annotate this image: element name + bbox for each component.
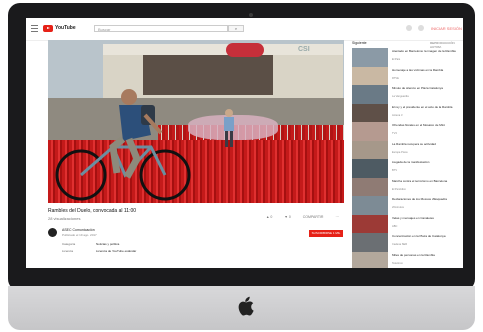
hamburger-menu-icon[interactable] xyxy=(31,25,38,34)
related-video-item[interactable]: Velas y mensajes en Canaletes ABC xyxy=(352,214,460,234)
meta-license-value[interactable]: Licencia de YouTube estándar xyxy=(96,249,136,253)
video-scene-sign-lettering: CSI xyxy=(298,46,310,53)
related-video-thumbnail[interactable] xyxy=(352,251,388,268)
related-video-title[interactable]: Atentado en Barcelona: la imagen de la R… xyxy=(392,49,458,53)
apps-icon[interactable] xyxy=(406,25,412,31)
related-video-thumbnail[interactable] xyxy=(352,85,388,104)
related-video-thumbnail[interactable] xyxy=(352,159,388,178)
related-video-channel: Cadena SER xyxy=(392,243,408,246)
related-video-thumbnail[interactable] xyxy=(352,140,388,160)
youtube-header: YouTube Buscar ⌕ INICIAR SESIÓN xyxy=(26,18,463,41)
meta-license-label: Licencia xyxy=(62,249,74,253)
view-count: 28 visualizaciones xyxy=(48,216,81,221)
camera-dot xyxy=(249,13,253,17)
related-video-channel: El País xyxy=(392,58,401,61)
like-button[interactable]: ▲ 0 xyxy=(266,215,272,219)
related-video-thumbnail[interactable] xyxy=(352,177,388,197)
related-video-title[interactable]: Minuto de silencio en Plaza Catalunya xyxy=(392,86,458,90)
related-video-title[interactable]: Ofrendas florales en el Mosaico de Miró xyxy=(392,123,458,127)
share-button[interactable]: COMPARTIR xyxy=(303,215,324,219)
settings-icon[interactable] xyxy=(418,25,424,31)
video-actions: ▲ 0 ▼ 0 COMPARTIR ··· xyxy=(266,215,339,219)
related-video-title[interactable]: Miles de personas en la Rambla xyxy=(392,253,458,257)
related-video-channel: Europa Press xyxy=(392,150,408,154)
related-video-item[interactable]: El rey y el presidente en el acto de la … xyxy=(352,103,460,123)
related-video-item[interactable]: Minuto de silencio en Plaza Catalunya La … xyxy=(352,85,460,104)
play-badge-icon xyxy=(43,24,53,32)
related-video-title[interactable]: La Rambla recupera su actividad xyxy=(392,142,458,146)
related-video-thumbnail[interactable] xyxy=(352,196,388,215)
related-video-thumbnail[interactable] xyxy=(352,48,388,67)
logo-text: YouTube xyxy=(55,25,76,31)
related-video-item[interactable]: Ofrendas florales en el Mosaico de Miró T… xyxy=(352,122,460,141)
channel-avatar[interactable] xyxy=(48,228,57,237)
related-video-item[interactable]: Miles de personas en la Rambla Telecinco xyxy=(352,251,460,268)
related-video-title[interactable]: Velas y mensajes en Canaletes xyxy=(392,216,458,220)
related-video-channel: 20minutos xyxy=(392,206,404,209)
related-video-title[interactable]: Llegada de la manifestación xyxy=(392,160,458,164)
apple-logo-icon xyxy=(238,296,254,316)
related-video-channel: Telecinco xyxy=(392,261,403,265)
related-video-item[interactable]: Marcha contra el terrorismo en Barcelona… xyxy=(352,177,460,197)
publish-date: Publicado el 19 ago. 2017 xyxy=(62,233,97,237)
related-video-title[interactable]: Concentración en la Plaza de Catalunya xyxy=(392,234,458,238)
related-video-channel: ABC xyxy=(392,224,398,228)
video-scene-cyclist xyxy=(55,89,191,201)
related-video-channel: BTV xyxy=(392,169,398,172)
up-next-heading: Siguiente xyxy=(352,41,367,45)
video-player[interactable]: CSI xyxy=(48,40,344,203)
related-video-item[interactable]: Llegada de la manifestación BTV xyxy=(352,159,460,178)
search-input[interactable]: Buscar xyxy=(94,25,228,32)
related-video-channel: Antena 3 xyxy=(392,113,403,117)
related-video-title[interactable]: Marcha contra el terrorismo en Barcelona xyxy=(392,179,458,183)
related-video-item[interactable]: Atentado en Barcelona: la imagen de la R… xyxy=(352,48,460,67)
channel-name[interactable]: ASEC Comunicación xyxy=(62,228,95,232)
related-video-item[interactable]: Homenaje a las víctimas en la Rambla RTVE xyxy=(352,66,460,86)
sign-in-link[interactable]: INICIAR SESIÓN xyxy=(431,26,462,31)
related-video-channel: RTVE xyxy=(392,76,399,80)
subscribe-button[interactable]: SUSCRIBIRSE 1 MIL xyxy=(309,230,343,237)
meta-category-label: Categoría xyxy=(62,242,76,246)
related-video-item[interactable]: La Rambla recupera su actividad Europa Pr… xyxy=(352,140,460,160)
related-video-thumbnail[interactable] xyxy=(352,66,388,86)
related-video-title[interactable]: Declaraciones de los Mossos d'Esquadra xyxy=(392,197,458,201)
related-video-thumbnail[interactable] xyxy=(352,214,388,234)
related-video-item[interactable]: Declaraciones de los Mossos d'Esquadra 20… xyxy=(352,196,460,215)
related-video-channel: La Vanguardia xyxy=(392,95,409,98)
more-actions-button[interactable]: ··· xyxy=(335,215,339,219)
video-scene-red-sign xyxy=(226,43,264,57)
related-video-thumbnail[interactable] xyxy=(352,103,388,123)
related-video-thumbnail[interactable] xyxy=(352,233,388,252)
browser-screen: YouTube Buscar ⌕ INICIAR SESIÓN CSI Ramb… xyxy=(26,18,463,268)
video-title: Rambles del Duelo, convocada al 11:00 xyxy=(48,208,137,214)
video-scene-pedestrian xyxy=(224,109,234,147)
related-video-thumbnail[interactable] xyxy=(352,122,388,141)
related-videos-sidebar: Siguiente REPRODUCCIÓN AUTOM. Atentado e… xyxy=(352,40,460,268)
youtube-logo[interactable]: YouTube xyxy=(43,23,76,33)
related-video-item[interactable]: Concentración en la Plaza de Catalunya Ca… xyxy=(352,233,460,252)
dislike-button[interactable]: ▼ 0 xyxy=(284,215,290,219)
search-button[interactable]: ⌕ xyxy=(228,25,244,32)
related-video-title[interactable]: El rey y el presidente en el acto de la … xyxy=(392,105,458,109)
related-video-title[interactable]: Homenaje a las víctimas en la Rambla xyxy=(392,68,458,72)
related-video-channel: TV3 xyxy=(392,132,397,135)
meta-category-value[interactable]: Noticias y política xyxy=(96,242,119,246)
related-video-channel: El Periódico xyxy=(392,187,406,191)
